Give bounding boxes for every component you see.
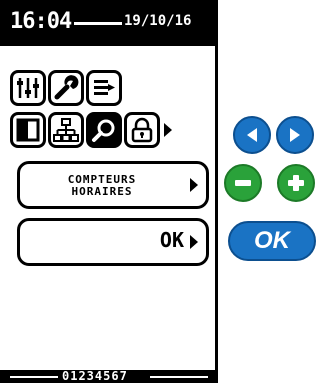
ok-button[interactable]: OK (228, 221, 316, 261)
network-button[interactable] (48, 112, 84, 148)
footer-divider-right (150, 376, 208, 378)
more-icons-arrow-icon[interactable] (164, 123, 172, 137)
lock-icon (131, 117, 153, 143)
left-triangle-icon (247, 128, 257, 142)
display-screen: 16:04 19/10/16 COMPTEURS HORAIRES OK 012… (0, 0, 218, 383)
serial-number: 01234567 (62, 369, 128, 383)
footer-bar: 01234567 (0, 369, 215, 383)
menu-item-ok[interactable]: OK (17, 218, 209, 266)
menu-item-arrow-icon (190, 178, 198, 192)
search-button[interactable] (86, 112, 122, 148)
status-divider (74, 22, 122, 25)
menu-item-label: COMPTEURS HORAIRES (67, 173, 137, 198)
right-arrow-button[interactable] (276, 116, 314, 154)
status-bar: 16:04 19/10/16 (0, 0, 215, 46)
increase-button[interactable] (277, 164, 315, 202)
clock-time: 16:04 (10, 9, 72, 34)
minus-icon (235, 180, 251, 186)
decrease-button[interactable] (224, 164, 262, 202)
search-icon (92, 119, 115, 142)
menu-ok-label: OK (159, 228, 184, 252)
menu-ok-arrow-icon (190, 235, 198, 249)
lock-button[interactable] (124, 112, 160, 148)
plus-icon (288, 175, 304, 191)
wrench-icon (54, 75, 79, 100)
list-arrow-icon (94, 80, 115, 95)
network-icon (53, 118, 79, 142)
list-arrow-button[interactable] (86, 70, 122, 106)
settings-sliders-button[interactable] (10, 70, 46, 106)
footer-divider-left (10, 376, 58, 378)
menu-item-compteurs-horaires[interactable]: COMPTEURS HORAIRES (17, 161, 209, 209)
device: 16:04 19/10/16 COMPTEURS HORAIRES OK 012… (0, 0, 336, 383)
settings-sliders-icon (17, 78, 39, 98)
right-triangle-icon (290, 128, 300, 142)
panel-icon (16, 118, 40, 142)
wrench-button[interactable] (48, 70, 84, 106)
panel-button[interactable] (10, 112, 46, 148)
left-arrow-button[interactable] (233, 116, 271, 154)
clock-date: 19/10/16 (124, 13, 192, 29)
